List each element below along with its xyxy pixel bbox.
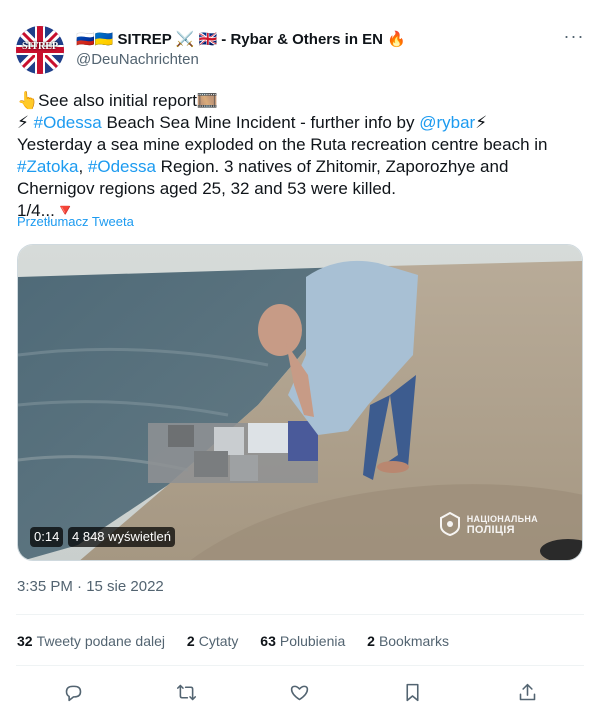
author-display-name[interactable]: 🇷🇺🇺🇦 SITREP ⚔️ 🇬🇧 - Rybar & Others in EN… [76,30,406,48]
tweet-line: 👆See also initial report🎞️ [17,91,219,110]
hashtag-link[interactable]: #Odessa [34,113,102,132]
share-icon [519,683,535,700]
like-icon [290,685,308,700]
tweet-line: Yesterday a sea mine exploded on the Rut… [17,135,548,154]
bookmarks-label: Bookmarks [378,633,449,649]
author-handle[interactable]: @DeuNachrichten [76,51,199,68]
quotes-label: Cytaty [198,633,239,649]
retweets-count: 32 [17,633,33,649]
tweet-text-segment: Region. 3 natives of Zhitomir, Zaporozhy… [155,157,509,176]
tweet-line: Chernigov regions aged 25, 32 and 53 wer… [17,179,396,198]
likes-count: 63 [260,633,276,649]
tweet-text-segment: Beach Sea Mine Incident - further info b… [101,113,420,132]
hashtag-link[interactable]: #Zatoka [17,157,78,176]
mention-link[interactable]: @rybar [419,113,475,132]
quotes-stat[interactable]: 2 Cytaty [187,633,238,649]
reply-button[interactable] [58,678,88,706]
video-watermark: НАЦІОНАЛЬНА ПОЛІЦІЯ [439,512,538,536]
retweets-label: Tweety podane dalej [36,633,166,649]
tweet-text-segment: ⚡ [17,113,34,132]
share-button[interactable] [512,678,542,706]
avatar-label: SITREP [21,41,59,52]
tweet-line: ⚡ #Odessa Beach Sea Mine Incident - furt… [17,112,587,134]
video-player[interactable]: 0:14 4 848 wyświetleń НАЦІОНАЛЬНА ПОЛІЦІ… [17,244,583,561]
bookmark-icon [405,683,419,701]
likes-label: Polubienia [279,633,346,649]
tweet-timestamp[interactable]: 3:35 PM · 15 sie 2022 [17,578,164,595]
bookmarks-stat[interactable]: 2 Bookmarks [367,633,449,649]
more-options-icon[interactable]: ··· [562,27,586,50]
tweet-line: #Zatoka, #Odessa Region. 3 natives of Zh… [17,156,587,178]
quotes-count: 2 [186,633,195,649]
tweet: SITREP 🇷🇺🇺🇦 SITREP ⚔️ 🇬🇧 - Rybar & Other… [0,0,600,716]
divider [16,665,584,666]
likes-stat[interactable]: 63 Polubienia [260,633,345,649]
translate-tweet-link[interactable]: Przetłumacz Tweeta [17,214,134,229]
retweet-button[interactable] [171,678,201,706]
reply-icon [65,685,81,701]
bookmark-button[interactable] [397,678,427,706]
tweet-text-segment: ⚡ [475,113,488,132]
watermark-line: ПОЛІЦІЯ [466,524,515,536]
bookmarks-count: 2 [367,633,375,649]
retweet-icon [176,684,196,700]
video-views-badge: 4 848 wyświetleń [68,527,175,547]
tweet-text: 👆See also initial report🎞️ ⚡ #Odessa Bea… [17,90,587,222]
police-emblem-icon [439,512,460,536]
retweets-stat[interactable]: 32 Tweety podane dalej [17,633,165,649]
avatar[interactable]: SITREP [16,26,64,74]
like-button[interactable] [284,678,314,706]
video-duration-badge: 0:14 [30,527,64,547]
tweet-text-segment: , [78,157,88,176]
divider [16,614,584,615]
tweet-stats: 32 Tweety podane dalej 2 Cytaty 63 Polubien… [17,633,467,649]
tweet-actions [0,678,600,708]
hashtag-link[interactable]: #Odessa [88,157,156,176]
